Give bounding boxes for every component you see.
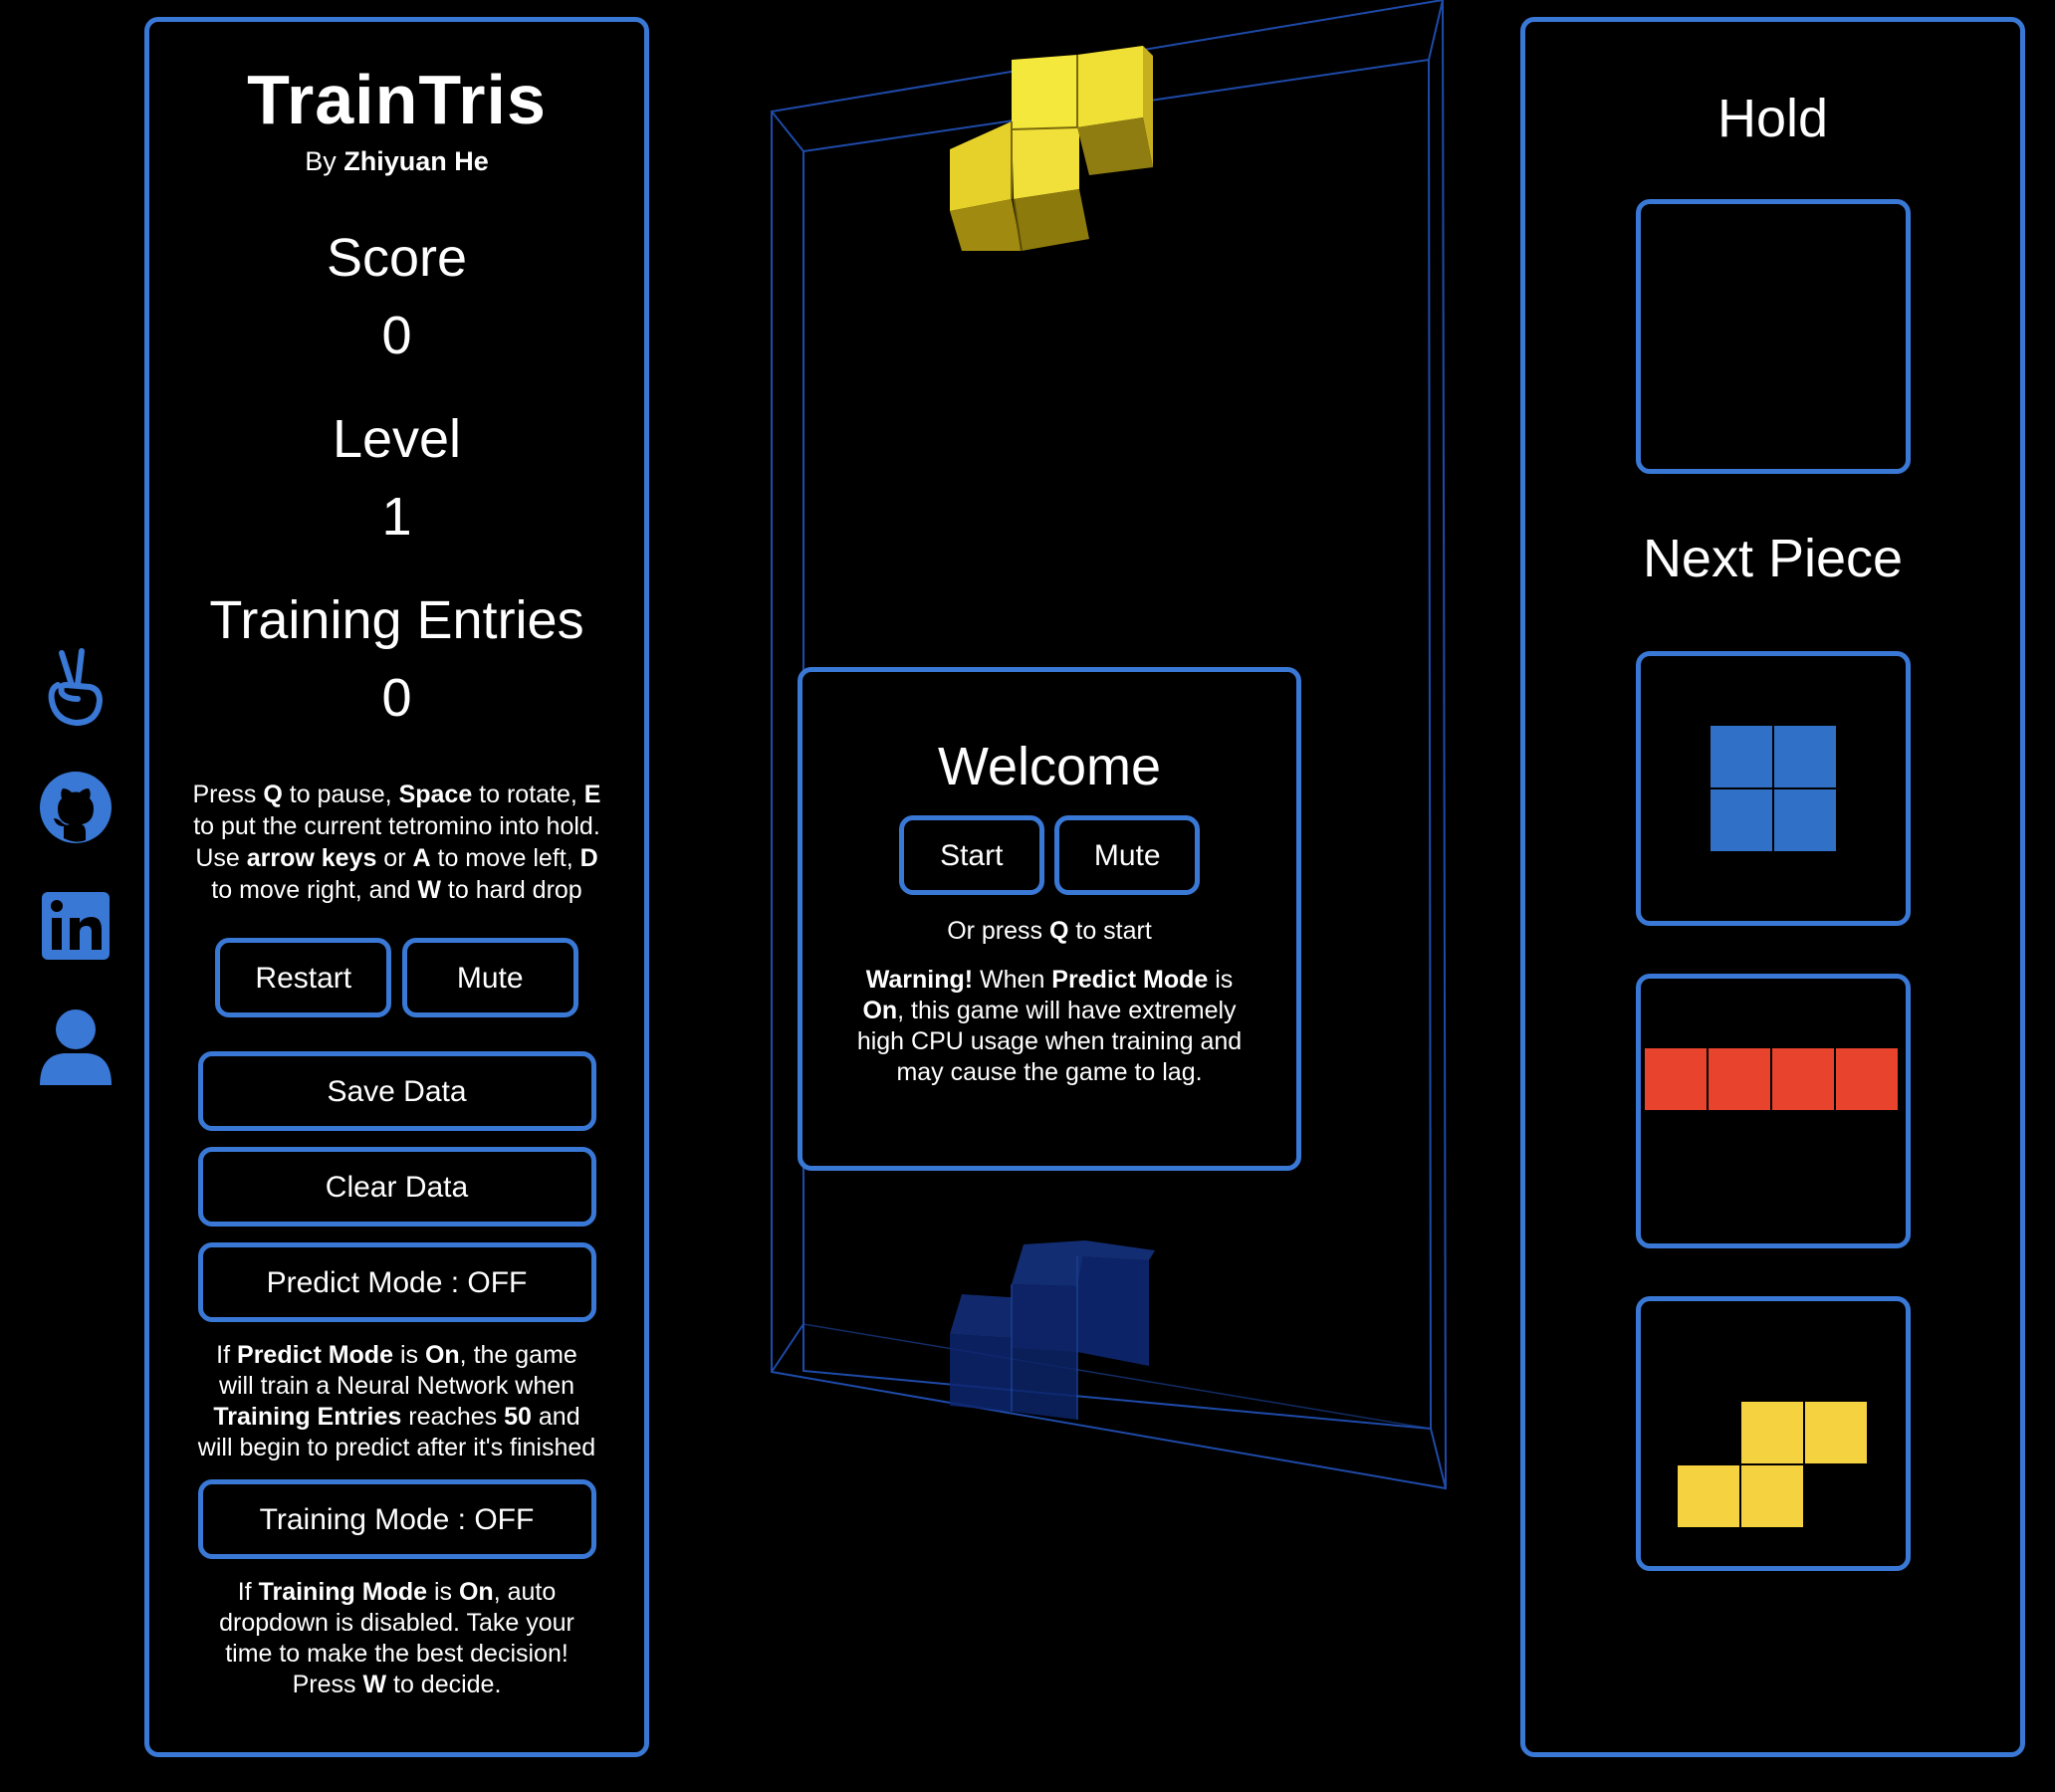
- level-block: Level 1: [149, 408, 644, 548]
- next-piece-1: [1635, 651, 1911, 926]
- o-piece-cell: [1710, 789, 1772, 851]
- entries-label: Training Entries: [209, 590, 584, 650]
- welcome-title: Welcome: [937, 737, 1162, 796]
- right-panel: Hold Next Piece: [1520, 17, 2025, 1757]
- ghost-piece: [950, 1240, 1155, 1420]
- next-piece-label: Next Piece: [1642, 529, 1904, 588]
- controls-help: Press Q to pause, Space to rotate, E to …: [192, 781, 601, 904]
- o-piece-cell: [1773, 726, 1836, 787]
- training-mode-button[interactable]: Training Mode : OFF: [197, 1479, 596, 1559]
- predict-mode-help: If Predict Mode is On, the game will tra…: [197, 1341, 596, 1461]
- s-piece-cell: [1677, 1465, 1739, 1527]
- app-title: TrainTris: [247, 61, 547, 138]
- score-value: 0: [381, 306, 412, 365]
- linkedin-icon[interactable]: [38, 884, 114, 970]
- restart-button[interactable]: Restart: [215, 938, 392, 1017]
- entries-value: 0: [381, 668, 412, 728]
- github-icon[interactable]: [38, 765, 114, 850]
- restart-mute-row: Restart Mute: [149, 938, 644, 1017]
- mute-button[interactable]: Mute: [401, 938, 578, 1017]
- author-name: Zhiyuan He: [343, 146, 489, 176]
- i-piece-cell: [1835, 1048, 1898, 1110]
- next-piece-2: [1635, 974, 1911, 1248]
- welcome-buttons: Start Mute: [802, 815, 1296, 895]
- hold-box: [1635, 199, 1911, 474]
- save-data-button[interactable]: Save Data: [197, 1051, 596, 1131]
- user-icon[interactable]: [38, 1004, 114, 1089]
- welcome-mute-button[interactable]: Mute: [1054, 815, 1201, 895]
- byline: By Zhiyuan He: [149, 145, 644, 177]
- clear-data-button[interactable]: Clear Data: [197, 1147, 596, 1227]
- s-piece-cell: [1740, 1402, 1803, 1463]
- i-piece-cell: [1771, 1048, 1834, 1110]
- i-piece-cell: [1644, 1048, 1707, 1110]
- s-piece-cell: [1740, 1465, 1803, 1527]
- s-piece-cell: [1804, 1402, 1867, 1463]
- level-label: Level: [332, 409, 462, 469]
- score-label: Score: [326, 228, 468, 288]
- left-panel: TrainTris By Zhiyuan He Score 0 Level 1 …: [144, 17, 649, 1757]
- entries-block: Training Entries 0: [149, 589, 644, 729]
- start-button[interactable]: Start: [898, 815, 1044, 895]
- training-mode-help: If Training Mode is On, auto dropdown is…: [219, 1578, 574, 1698]
- social-links: [38, 645, 117, 1123]
- next-piece-3: [1635, 1296, 1911, 1571]
- hold-label: Hold: [1716, 89, 1829, 148]
- byline-prefix: By: [305, 146, 337, 176]
- start-hint: Or press Q to start: [947, 917, 1152, 945]
- level-value: 1: [381, 487, 412, 547]
- o-piece-cell: [1773, 789, 1836, 851]
- o-piece-cell: [1710, 726, 1772, 787]
- i-piece-cell: [1708, 1048, 1770, 1110]
- predict-mode-button[interactable]: Predict Mode : OFF: [197, 1242, 596, 1322]
- angellist-icon[interactable]: [38, 645, 114, 731]
- score-block: Score 0: [149, 227, 644, 366]
- cpu-warning: Warning! When Predict Mode is On, this g…: [856, 966, 1243, 1086]
- welcome-dialog: Welcome Start Mute Or press Q to start W…: [798, 667, 1301, 1171]
- game-page: TrainTris By Zhiyuan He Score 0 Level 1 …: [0, 0, 2055, 1792]
